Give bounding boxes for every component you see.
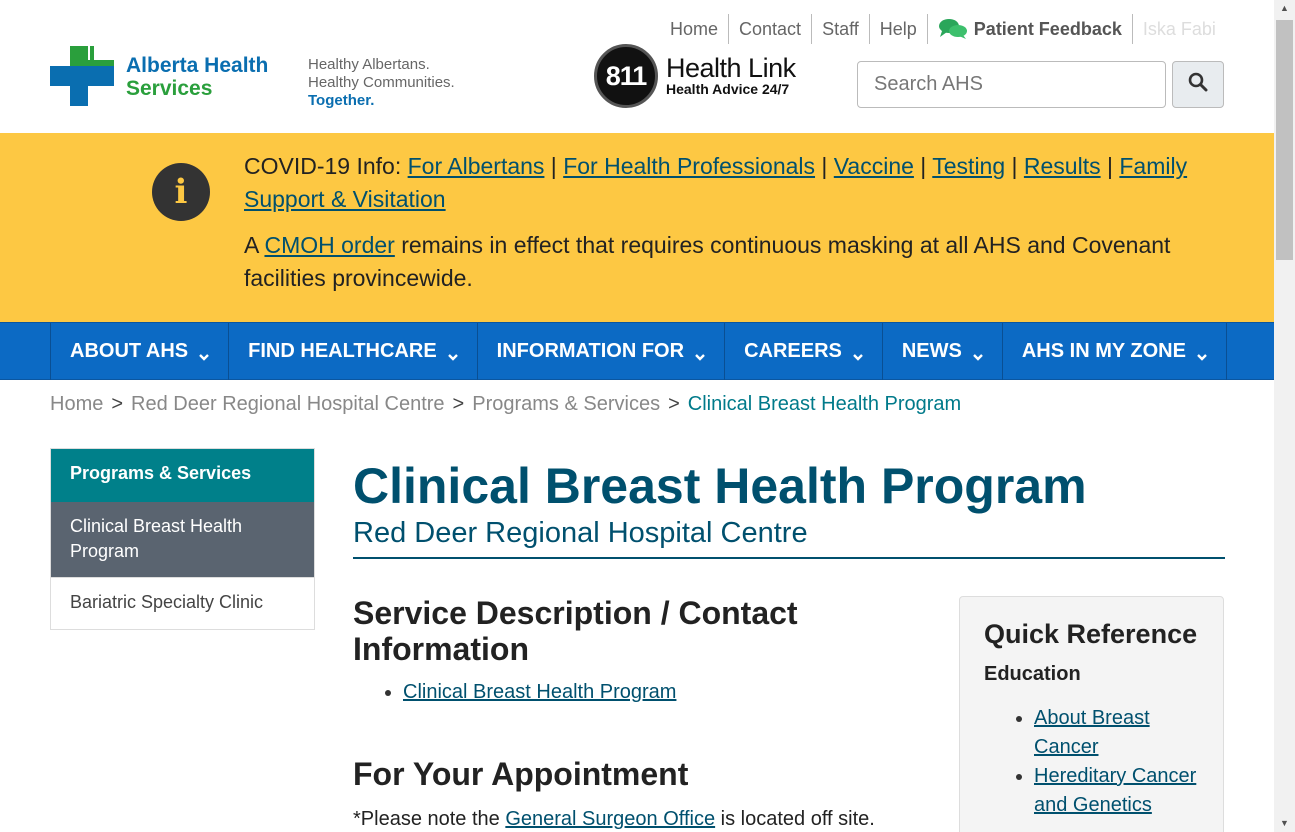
info-icon: i <box>152 163 210 221</box>
appointment-section: For Your Appointment *Please note the Ge… <box>353 756 913 831</box>
covid-link-albertans[interactable]: For Albertans <box>408 153 545 179</box>
utility-nav: Home Contact Staff Help Patient Feedback… <box>660 14 1226 44</box>
breadcrumb-separator: > <box>111 393 124 415</box>
logo-line-1: Alberta Health <box>126 54 269 77</box>
util-language-link[interactable]: Iska Fabi <box>1131 14 1226 44</box>
quick-reference-panel: Quick Reference Education About Breast C… <box>959 596 1224 832</box>
nav-careers[interactable]: CAREERS <box>725 323 883 380</box>
tagline-line-2: Healthy Communities. <box>308 74 455 91</box>
covid-link-results[interactable]: Results <box>1024 153 1101 179</box>
section-heading: For Your Appointment <box>353 756 689 792</box>
healthlink-number: 811 <box>594 44 658 108</box>
covid-info-prefix: COVID-19 Info: <box>244 153 402 179</box>
breadcrumb: Home > Red Deer Regional Hospital Centre… <box>50 393 961 416</box>
covid-link-vaccine[interactable]: Vaccine <box>834 153 914 179</box>
tagline: Healthy Albertans. Healthy Communities. … <box>308 56 455 110</box>
general-surgeon-office-link[interactable]: General Surgeon Office <box>505 808 715 830</box>
ahs-cross-icon <box>50 46 116 108</box>
patient-feedback-label: Patient Feedback <box>973 19 1122 39</box>
page-header: Clinical Breast Health Program Red Deer … <box>353 455 1225 559</box>
breadcrumb-hospital[interactable]: Red Deer Regional Hospital Centre <box>131 393 445 416</box>
chevron-down-icon <box>447 346 459 361</box>
sidenav-heading[interactable]: Programs & Services <box>51 449 314 502</box>
quickref-subhead: Education <box>984 663 1081 685</box>
about-breast-cancer-link[interactable]: About Breast Cancer <box>1034 707 1150 758</box>
vertical-scrollbar[interactable]: ▲ ▼ <box>1274 0 1295 832</box>
breadcrumb-current: Clinical Breast Health Program <box>687 393 962 415</box>
section-heading: Service Description / Contact Informatio… <box>353 595 798 667</box>
appointment-note: *Please note the General Surgeon Office … <box>353 808 913 831</box>
chevron-down-icon <box>1196 346 1208 361</box>
nav-news[interactable]: NEWS <box>883 323 1003 380</box>
chevron-down-icon <box>972 346 984 361</box>
covid-alert-banner: i COVID-19 Info: For Albertans | For Hea… <box>0 133 1274 323</box>
breadcrumb-programs[interactable]: Programs & Services <box>472 393 660 416</box>
main-navigation: ABOUT AHS FIND HEALTHCARE INFORMATION FO… <box>0 322 1274 380</box>
util-staff-link[interactable]: Staff <box>811 14 869 44</box>
nav-careers-label: CAREERS <box>744 340 842 362</box>
healthlink-subtitle: Health Advice 24/7 <box>666 81 790 97</box>
note-suffix: is located off site. <box>720 808 875 830</box>
cmoh-order-link[interactable]: CMOH order <box>264 232 394 258</box>
nav-news-label: NEWS <box>901 340 962 362</box>
masking-notice: A CMOH order remains in effect that requ… <box>244 229 1204 295</box>
nav-find-healthcare-label: FIND HEALTHCARE <box>248 340 437 362</box>
tagline-line-1: Healthy Albertans. <box>308 56 430 73</box>
list-item: Clinical Breast Health Program <box>403 681 913 704</box>
covid-link-testing[interactable]: Testing <box>932 153 1005 179</box>
scroll-down-icon[interactable]: ▼ <box>1274 815 1295 832</box>
util-home-link[interactable]: Home <box>660 14 728 44</box>
chevron-down-icon <box>198 346 210 361</box>
util-help-link[interactable]: Help <box>868 14 927 44</box>
patient-feedback-link[interactable]: Patient Feedback <box>926 14 1132 44</box>
nav-information-for[interactable]: INFORMATION FOR <box>478 323 726 380</box>
breadcrumb-separator: > <box>668 393 680 415</box>
program-link[interactable]: Clinical Breast Health Program <box>403 681 676 703</box>
scroll-up-icon[interactable]: ▲ <box>1274 0 1295 17</box>
page-subtitle: Red Deer Regional Hospital Centre <box>353 517 1225 559</box>
breadcrumb-home[interactable]: Home <box>50 393 103 416</box>
nav-ahs-in-my-zone-label: AHS IN MY ZONE <box>1021 340 1186 362</box>
side-navigation: Programs & Services Clinical Breast Heal… <box>50 448 315 630</box>
healthlink-title: Health Link <box>666 53 796 83</box>
sidenav-item-active[interactable]: Clinical Breast Health Program <box>51 502 314 577</box>
quickref-title: Quick Reference <box>984 619 1198 649</box>
hereditary-cancer-link[interactable]: Hereditary Cancer and Genetics <box>1034 765 1196 816</box>
nav-find-healthcare[interactable]: FIND HEALTHCARE <box>229 323 478 380</box>
chevron-down-icon <box>694 346 706 361</box>
search-input[interactable] <box>857 61 1166 108</box>
chat-bubbles-icon <box>938 18 968 40</box>
tagline-line-3: Together. <box>308 92 375 109</box>
search-icon <box>1188 72 1208 97</box>
service-description-section: Service Description / Contact Informatio… <box>353 595 913 704</box>
nav-information-for-label: INFORMATION FOR <box>496 340 685 362</box>
covid-link-health-professionals[interactable]: For Health Professionals <box>563 153 815 179</box>
site-header: Home Contact Staff Help Patient Feedback… <box>0 0 1274 133</box>
health-link-811-logo[interactable]: 811 Health Link Health Advice 24/7 <box>594 44 796 108</box>
covid-info-links: COVID-19 Info: For Albertans | For Healt… <box>244 153 1188 212</box>
list-item: Hereditary Cancer and Genetics <box>1034 762 1199 820</box>
list-item: About Breast Cancer <box>1034 704 1199 762</box>
logo-line-2: Services <box>126 77 213 100</box>
util-contact-link[interactable]: Contact <box>728 14 811 44</box>
nav-about-ahs-label: ABOUT AHS <box>70 340 189 362</box>
breadcrumb-separator: > <box>452 393 465 415</box>
page-title: Clinical Breast Health Program <box>353 458 1087 514</box>
note-prefix: *Please note the <box>353 808 500 830</box>
scrollbar-thumb[interactable] <box>1276 20 1293 260</box>
nav-about-ahs[interactable]: ABOUT AHS <box>51 323 230 380</box>
sidenav-item-bariatric[interactable]: Bariatric Specialty Clinic <box>51 577 314 629</box>
ahs-logo[interactable]: Alberta Health Services <box>50 46 268 108</box>
chevron-down-icon <box>852 346 864 361</box>
search-form <box>857 61 1224 108</box>
nav-ahs-in-my-zone[interactable]: AHS IN MY ZONE <box>1003 323 1227 380</box>
masking-notice-prefix: A <box>244 232 259 258</box>
search-button[interactable] <box>1172 61 1224 108</box>
